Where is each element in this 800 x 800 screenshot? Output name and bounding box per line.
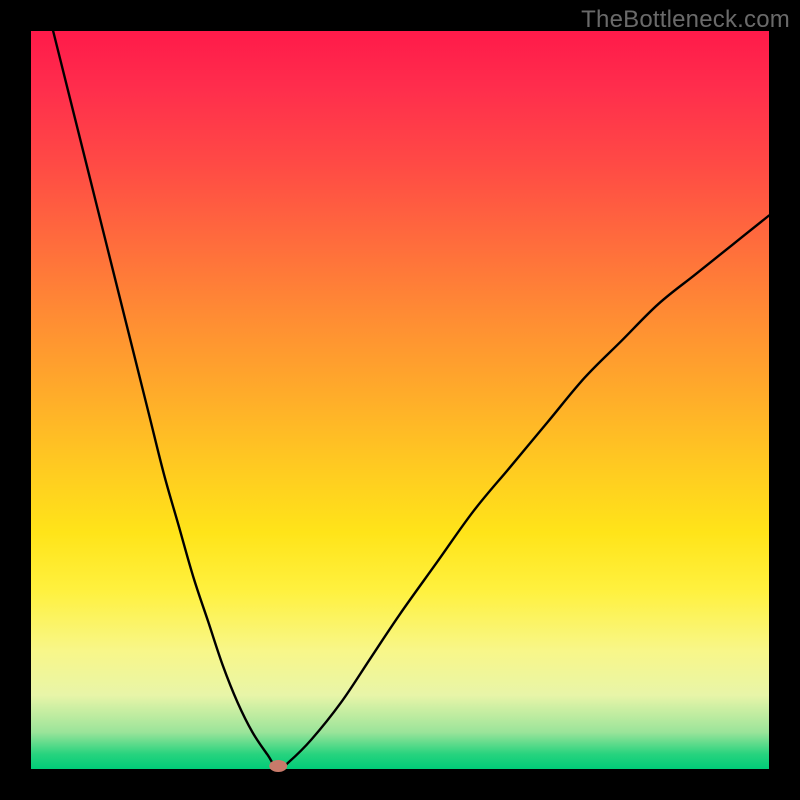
- chart-frame: TheBottleneck.com: [0, 0, 800, 800]
- plot-area: [31, 31, 769, 769]
- attribution-label: TheBottleneck.com: [581, 6, 790, 34]
- bottleneck-curve-svg: [31, 31, 769, 769]
- minimum-marker: [269, 760, 287, 772]
- bottleneck-curve: [31, 0, 769, 769]
